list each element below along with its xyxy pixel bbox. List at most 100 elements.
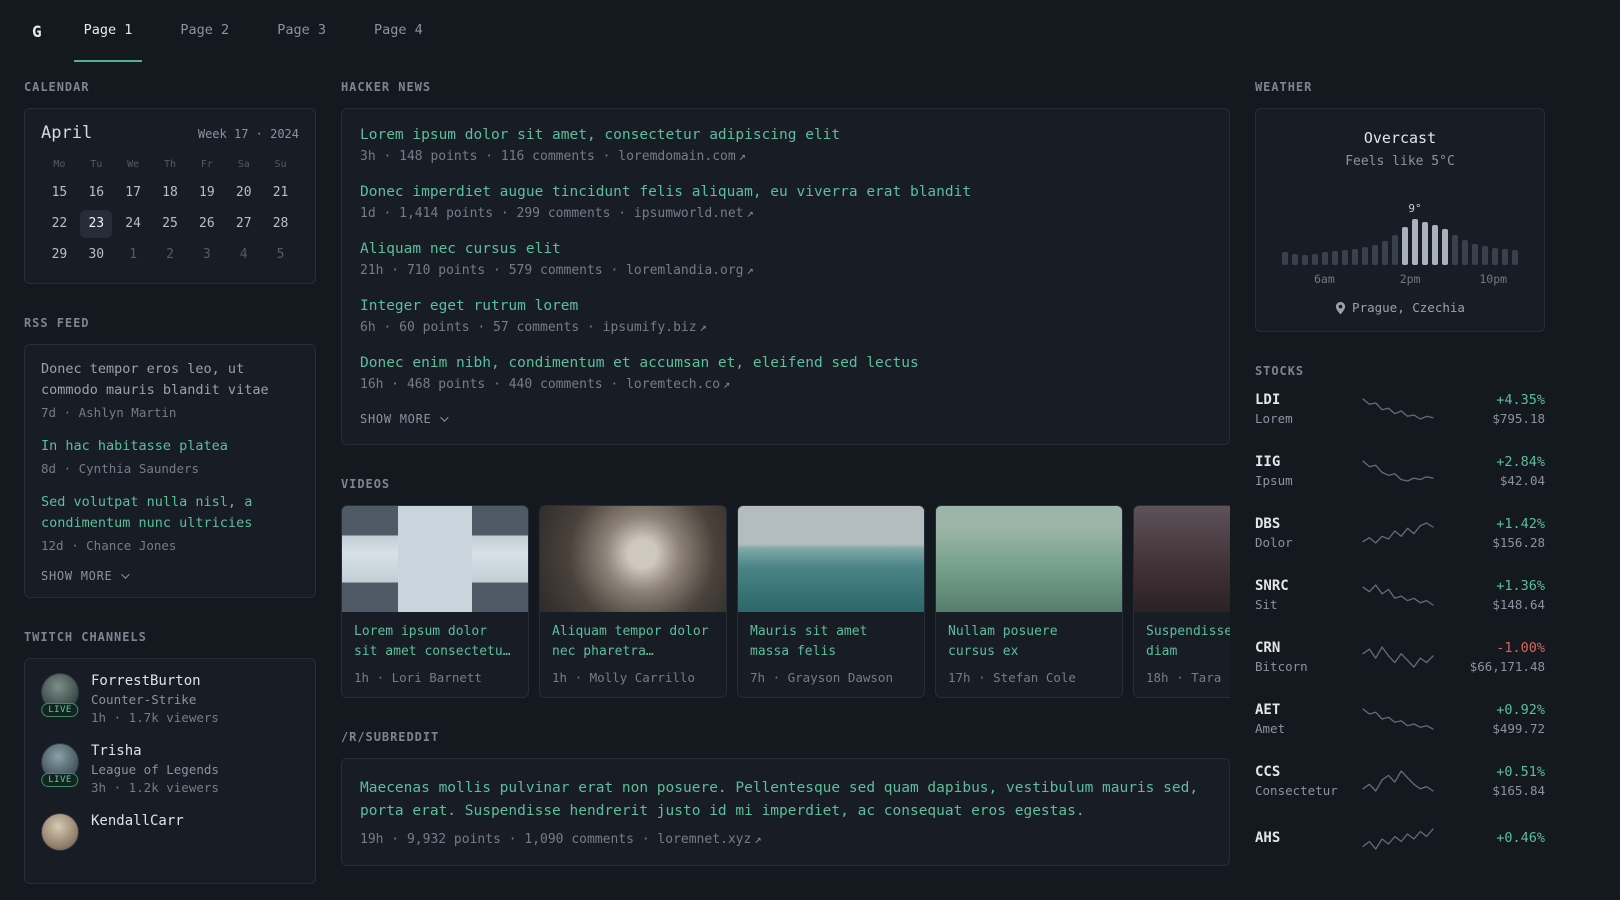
calendar-dow: Fr [200, 159, 213, 170]
channel-viewers: 1h · 1.7k viewers [91, 709, 219, 725]
weather-hourly-chart: 9° [1274, 185, 1526, 265]
channel-avatar: LIVE [41, 742, 79, 787]
hacker-news-card: Lorem ipsum dolor sit amet, consectetur … [341, 108, 1230, 445]
stock-sparkline [1362, 582, 1434, 608]
time-label: 2pm [1399, 272, 1421, 286]
videos-widget: VIDEOS Lorem ipsum dolor sit amet consec… [341, 477, 1230, 699]
tab-page-2[interactable]: Page 2 [170, 0, 239, 62]
stock-price: $165.84 [1492, 783, 1545, 798]
video-meta: 18h · Tara [1146, 670, 1222, 686]
hn-story-meta: 1d · 1,414 points · 299 comments · ipsum… [360, 206, 754, 221]
stock-row[interactable]: IIG Ipsum +2.84% $42.04 [1255, 454, 1545, 488]
stock-row[interactable]: AET Amet +0.92% $499.72 [1255, 702, 1545, 736]
subreddit-post-meta: 19h · 9,932 points · 1,090 comments · lo… [360, 831, 762, 847]
stock-row[interactable]: LDI Lorem +4.35% $795.18 [1255, 392, 1545, 426]
rss-widget-title: RSS FEED [24, 316, 90, 330]
time-label: 10pm [1479, 272, 1508, 286]
calendar-day: 26 [199, 216, 215, 231]
channel-name[interactable]: KendallCarr [91, 813, 184, 829]
weather-condition: Overcast [1363, 129, 1437, 147]
calendar-dow: We [127, 159, 140, 170]
app-logo[interactable]: G [24, 0, 56, 62]
video-title[interactable]: Nullam posuere cursus ex [948, 622, 1110, 662]
hn-story-title[interactable]: Donec imperdiet augue tincidunt felis al… [360, 184, 1211, 200]
hn-story-title[interactable]: Donec enim nibh, condimentum et accumsan… [360, 355, 1211, 371]
rss-show-more-button[interactable]: SHOW MORE [41, 569, 299, 583]
stocks-list: LDI Lorem +4.35% $795.18 IIG Ipsum +2.84… [1255, 392, 1545, 852]
hn-story-meta: 3h · 148 points · 116 comments · loremdo… [360, 149, 746, 164]
stock-ticker: DBS [1255, 516, 1281, 532]
twitch-channel-row[interactable]: LIVE ForrestBurton Counter-Strike 1h · 1… [41, 672, 299, 725]
calendar-day: 16 [88, 185, 105, 200]
weather-card: Overcast Feels like 5°C 9° 6am 2pm 10pm … [1255, 108, 1545, 332]
rss-card: Donec tempor eros leo, ut commodo mauris… [24, 344, 316, 598]
subreddit-widget-title: /R/SUBREDDIT [341, 730, 440, 745]
calendar-dow: Mo [53, 159, 66, 170]
left-column: CALENDAR April Week 17 · 2024 Mo Tu We T… [24, 80, 316, 900]
video-title[interactable]: Mauris sit amet massa felis [750, 622, 912, 662]
rss-item: Sed volutpat nulla nisl, a condimentum n… [41, 492, 299, 553]
calendar-week-meta: Week 17 · 2024 [197, 127, 299, 141]
stock-sparkline [1362, 396, 1434, 422]
rss-item-meta: 8d · Cynthia Saunders [41, 460, 200, 476]
stock-change: +1.36% [1496, 578, 1545, 594]
twitch-channel-row[interactable]: LIVE Trisha League of Legends 3h · 1.2k … [41, 742, 299, 795]
external-link-icon[interactable]: ↗ [754, 832, 761, 846]
rss-item: In hac habitasse platea 8d · Cynthia Sau… [41, 436, 299, 476]
videos-row: Lorem ipsum dolor sit amet consectetu… 1… [341, 505, 1230, 699]
stock-sparkline [1362, 706, 1434, 732]
hn-story-title[interactable]: Lorem ipsum dolor sit amet, consectetur … [360, 127, 1211, 143]
tab-page-3[interactable]: Page 3 [267, 0, 336, 62]
twitch-channel-row[interactable]: KendallCarr [41, 812, 299, 851]
weather-feels-like: Feels like 5°C [1345, 154, 1455, 169]
external-link-icon[interactable]: ↗ [700, 320, 707, 334]
rss-headline[interactable]: In hac habitasse platea [41, 436, 299, 457]
stock-row[interactable]: CCS Consectetur +0.51% $165.84 [1255, 764, 1545, 798]
external-link-icon[interactable]: ↗ [747, 263, 754, 277]
stock-sparkline [1362, 826, 1434, 852]
hn-show-more-button[interactable]: SHOW MORE [360, 412, 1211, 426]
hn-story-meta: 16h · 468 points · 440 comments · loremt… [360, 377, 731, 392]
rss-headline[interactable]: Sed volutpat nulla nisl, a condimentum n… [41, 492, 299, 534]
hacker-news-widget: HACKER NEWS Lorem ipsum dolor sit amet, … [341, 80, 1230, 445]
video-thumbnail[interactable] [738, 506, 924, 612]
calendar-dow: Sa [237, 159, 250, 170]
subreddit-post-title[interactable]: Maecenas mollis pulvinar erat non posuer… [360, 777, 1211, 823]
stock-row[interactable]: CRN Bitcorn -1.00% $66,171.48 [1255, 640, 1545, 674]
video-thumbnail[interactable] [936, 506, 1122, 612]
weather-widget: WEATHER Overcast Feels like 5°C 9° 6am 2… [1255, 80, 1545, 332]
tab-page-1[interactable]: Page 1 [73, 0, 143, 62]
channel-name[interactable]: Trisha [91, 743, 219, 759]
middle-column: HACKER NEWS Lorem ipsum dolor sit amet, … [341, 80, 1230, 900]
video-title[interactable]: Suspendisse diam [1146, 622, 1230, 662]
stock-row[interactable]: SNRC Sit +1.36% $148.64 [1255, 578, 1545, 612]
calendar-dow: Su [274, 159, 287, 170]
stock-row[interactable]: AHS +0.46% [1255, 826, 1545, 852]
calendar-day: 18 [162, 185, 178, 200]
hn-item: Integer eget rutrum lorem 6h · 60 points… [360, 298, 1211, 335]
external-link-icon[interactable]: ↗ [747, 206, 754, 220]
video-meta: 1h · Lori Barnett [354, 670, 482, 686]
rss-item-meta: 12d · Chance Jones [41, 537, 177, 553]
rss-widget: RSS FEED Donec tempor eros leo, ut commo… [24, 316, 316, 598]
video-title[interactable]: Lorem ipsum dolor sit amet consectetu… [354, 622, 516, 662]
stock-name: Bitcorn [1255, 659, 1308, 674]
hn-story-title[interactable]: Aliquam nec cursus elit [360, 241, 1211, 257]
calendar-day: 24 [125, 216, 141, 231]
channel-name[interactable]: ForrestBurton [91, 673, 219, 689]
video-thumbnail[interactable] [342, 506, 528, 612]
stock-ticker: AET [1255, 702, 1281, 718]
external-link-icon[interactable]: ↗ [739, 149, 746, 163]
video-title[interactable]: Aliquam tempor dolor nec pharetra… [552, 622, 714, 662]
twitch-widget-title: TWITCH CHANNELS [24, 629, 147, 644]
stock-row[interactable]: DBS Dolor +1.42% $156.28 [1255, 516, 1545, 550]
stock-change: +0.92% [1496, 702, 1545, 718]
tab-page-4[interactable]: Page 4 [364, 0, 433, 62]
calendar-day: 30 [88, 247, 105, 262]
hn-story-title[interactable]: Integer eget rutrum lorem [360, 298, 1211, 314]
external-link-icon[interactable]: ↗ [723, 377, 730, 391]
video-thumbnail[interactable] [540, 506, 726, 612]
rss-headline[interactable]: Donec tempor eros leo, ut commodo mauris… [41, 359, 299, 401]
video-card: Nullam posuere cursus ex 17h · Stefan Co… [935, 505, 1123, 699]
video-thumbnail[interactable] [1134, 506, 1230, 612]
